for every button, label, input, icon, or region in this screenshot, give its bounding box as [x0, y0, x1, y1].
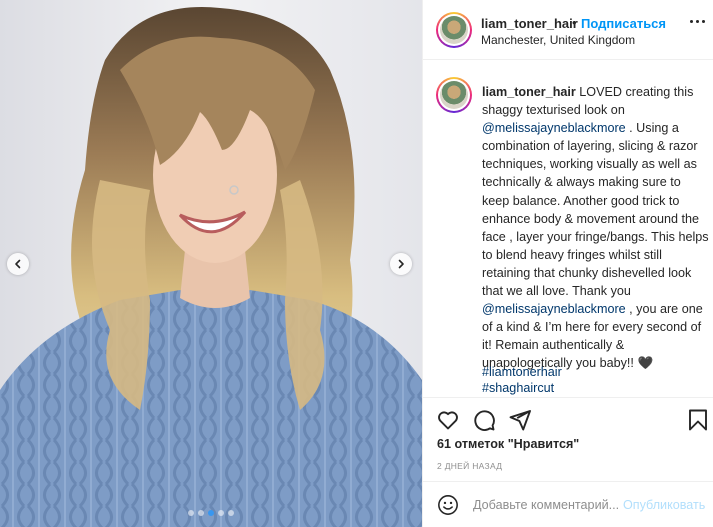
caption-mention[interactable]: @melissajayneblackmore [482, 121, 626, 135]
carousel-next-button[interactable] [390, 253, 412, 275]
heart-emoji: 🖤 [637, 356, 654, 371]
carousel-dot [218, 510, 224, 516]
caption-text: liam_toner_hair LOVED creating this shag… [482, 83, 710, 373]
more-horizontal-icon[interactable] [690, 20, 705, 23]
carousel-dot [228, 510, 234, 516]
carousel-dot [208, 510, 214, 516]
hashtag-link[interactable]: #shaghaircut [482, 381, 562, 397]
heart-icon[interactable] [436, 408, 460, 432]
post-location[interactable]: Manchester, United Kingdom [481, 33, 635, 47]
caption-section: liam_toner_hair LOVED creating this shag… [423, 61, 713, 396]
post-photo[interactable] [0, 0, 422, 527]
hashtag-link[interactable]: #liamtonerhair [482, 365, 562, 381]
likes-count[interactable]: 61 отметок "Нравится" [437, 437, 579, 451]
hashtag-list: #liamtonerhair #shaghaircut [482, 365, 562, 396]
caption-author-avatar[interactable] [436, 77, 472, 113]
comment-icon[interactable] [472, 408, 496, 432]
carousel-indicator [188, 510, 234, 516]
share-icon[interactable] [508, 408, 532, 432]
post-header: liam_toner_hair • Подписаться Manchester… [423, 0, 713, 60]
caption-text-part: . Using a combination of layering, slici… [482, 121, 709, 299]
chevron-left-icon [15, 259, 21, 269]
carousel-dot [198, 510, 204, 516]
caption-username[interactable]: liam_toner_hair [482, 85, 576, 99]
follow-button[interactable]: Подписаться [581, 16, 666, 31]
comment-bar: Опубликовать [423, 481, 713, 527]
header-separator: • [572, 15, 577, 30]
bookmark-icon[interactable] [686, 408, 710, 432]
author-username[interactable]: liam_toner_hair [481, 16, 578, 31]
action-bar [423, 397, 713, 441]
carousel-dot [188, 510, 194, 516]
publish-comment-button[interactable]: Опубликовать [623, 498, 705, 512]
author-avatar[interactable] [436, 12, 472, 48]
comment-input[interactable] [473, 496, 623, 514]
carousel-prev-button[interactable] [7, 253, 29, 275]
chevron-right-icon [398, 259, 404, 269]
photo-illustration [0, 0, 422, 527]
smiley-icon[interactable] [437, 494, 459, 516]
post-side-panel: liam_toner_hair • Подписаться Manchester… [422, 0, 713, 527]
post-timestamp[interactable]: 2 ДНЕЙ НАЗАД [437, 461, 502, 471]
caption-mention[interactable]: @melissajayneblackmore [482, 302, 626, 316]
